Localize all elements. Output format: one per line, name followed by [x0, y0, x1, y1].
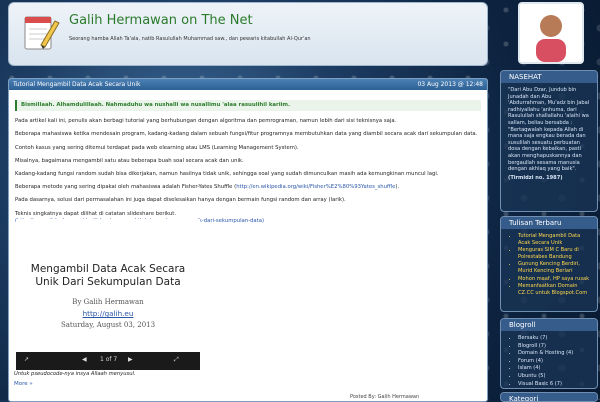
nasehat-reference: (Tirmidzi no. 1987)	[508, 174, 563, 181]
slide-title-line-2: Unik Dari Sekumpulan Data	[35, 276, 181, 288]
post-paragraph-1: Pada artikel kali ini, penulis akan berb…	[15, 118, 397, 125]
slide-preview: Mengambil Data Acak Secara Unik Dari Sek…	[16, 219, 200, 352]
blogroll-item[interactable]: Domain & Hosting (4)	[518, 350, 590, 357]
bismillah-box: Bismillaah. Alhamdulillaah. Nahmaduhu wa…	[15, 100, 481, 112]
fisher-yates-link[interactable]: http://en.wikipedia.org/wiki/Fisher%E2%8…	[236, 184, 395, 190]
post-paragraph-7: Pada dasarnya, solusi dari permasalahan …	[15, 197, 346, 204]
next-slide-icon[interactable]: ▶	[128, 356, 133, 363]
blogroll-list: Bersaku (7) Blogroll (7) Domain & Hostin…	[501, 331, 597, 388]
site-title[interactable]: Galih Hermawan on The Net	[69, 13, 253, 28]
latest-post-item[interactable]: Gunung Kencing Berdiri, Murid Kencing Be…	[518, 261, 590, 274]
latest-post-item[interactable]: Memanfaatkan Domain CZ.CC untuk Blogspot…	[518, 283, 590, 296]
blogroll-item[interactable]: Bersaku (7)	[518, 335, 590, 342]
fisher-yates-suffix: ).	[395, 184, 400, 191]
blogroll-item[interactable]: Blogroll (7)	[518, 343, 590, 350]
nasehat-text: "Dari Abu Dzar, Jundub bin Junadah dan A…	[508, 87, 590, 173]
nasehat-content: "Dari Abu Dzar, Jundub bin Junadah dan A…	[501, 83, 597, 185]
post-caption: Untuk pseudocode-nya insya Allaah menyus…	[14, 371, 136, 377]
slide-author: By Galih Hermawan	[72, 298, 144, 306]
post-date: 03 Aug 2013 @ 12:48	[417, 81, 483, 88]
site-header: Galih Hermawan on The Net Seorang hamba …	[8, 2, 488, 66]
latest-posts-list: Tutorial Mengambil Data Acak Secara Unik…	[501, 229, 597, 301]
slideshare-embed[interactable]: Mengambil Data Acak Secara Unik Dari Sek…	[16, 219, 200, 370]
blogroll-item[interactable]: Islam (4)	[518, 365, 590, 372]
latest-post-item[interactable]: Tutorial Mengambil Data Acak Secara Unik	[518, 233, 590, 246]
fisher-yates-prefix: Beberapa metode yang sering dipakai oleh…	[15, 184, 237, 191]
post-paragraph-2: Beberapa mahasiswa ketika mendesain prog…	[15, 131, 478, 138]
site-tagline: Seorang hamba Allah Ta'ala, natib Rasulu…	[69, 36, 311, 42]
slide-controls: ↗ ◀ 1 of 7 ▶ ⤢	[16, 352, 200, 370]
notepad-pencil-icon	[19, 11, 61, 57]
blogroll-item[interactable]: Visual Basic 6 (7)	[518, 381, 590, 388]
slide-title-line-1: Mengambil Data Acak Secara	[30, 263, 186, 275]
nasehat-title: NASEHAT	[501, 71, 597, 83]
slide-page: 1 of 7	[100, 356, 118, 363]
post-footer: Posted By: Galih Hermawan	[350, 394, 420, 400]
fullscreen-icon[interactable]: ⤢	[174, 356, 179, 364]
latest-posts-title: Tulisan Terbaru	[501, 217, 597, 229]
share-icon[interactable]: ↗	[24, 356, 29, 363]
post-paragraph-4: Misalnya, bagaimana mengambil satu atau …	[15, 157, 244, 164]
slideshare-intro: Teknis singkatnya dapat dilihat di catat…	[15, 210, 177, 217]
author-avatar[interactable]	[518, 2, 584, 64]
blogroll-item[interactable]: Ubuntu (5)	[518, 373, 590, 380]
latest-post-item[interactable]: Menguras SIM C Baru di Polrestabes Bandu…	[518, 247, 590, 260]
kategori-widget: Kategori	[500, 392, 598, 402]
kategori-title: Kategori	[501, 393, 597, 401]
more-link[interactable]: More »	[14, 381, 33, 387]
post-paragraph-3: Contoh kasus yang sering ditemui terdapa…	[15, 144, 299, 151]
post-body: Bismillaah. Alhamdulillaah. Nahmaduhu wa…	[9, 90, 487, 235]
blogroll-item[interactable]: Forum (4)	[518, 358, 590, 365]
slide-link[interactable]: http://galih.eu	[16, 309, 200, 318]
post-paragraph-6: Beberapa metode yang sering dipakai oleh…	[15, 184, 481, 191]
post-paragraph-5: Kadang-kadang fungsi random sudah bisa d…	[15, 171, 439, 178]
post-header-bar: Tutorial Mengambil Data Acak Secara Unik…	[9, 79, 487, 90]
post-title[interactable]: Tutorial Mengambil Data Acak Secara Unik	[13, 79, 140, 90]
slide-title: Mengambil Data Acak Secara Unik Dari Sek…	[16, 263, 200, 289]
nasehat-widget: NASEHAT "Dari Abu Dzar, Jundub bin Junad…	[500, 70, 598, 212]
latest-post-item[interactable]: Mohon maaf, HP saya rusak	[518, 276, 590, 283]
blogroll-title: Blogroll	[501, 319, 597, 331]
slide-date: Saturday, August 03, 2013	[60, 321, 156, 329]
previous-slide-icon[interactable]: ◀	[82, 356, 87, 363]
blogroll-widget: Blogroll Bersaku (7) Blogroll (7) Domain…	[500, 318, 598, 389]
latest-posts-widget: Tulisan Terbaru Tutorial Mengambil Data …	[500, 216, 598, 312]
